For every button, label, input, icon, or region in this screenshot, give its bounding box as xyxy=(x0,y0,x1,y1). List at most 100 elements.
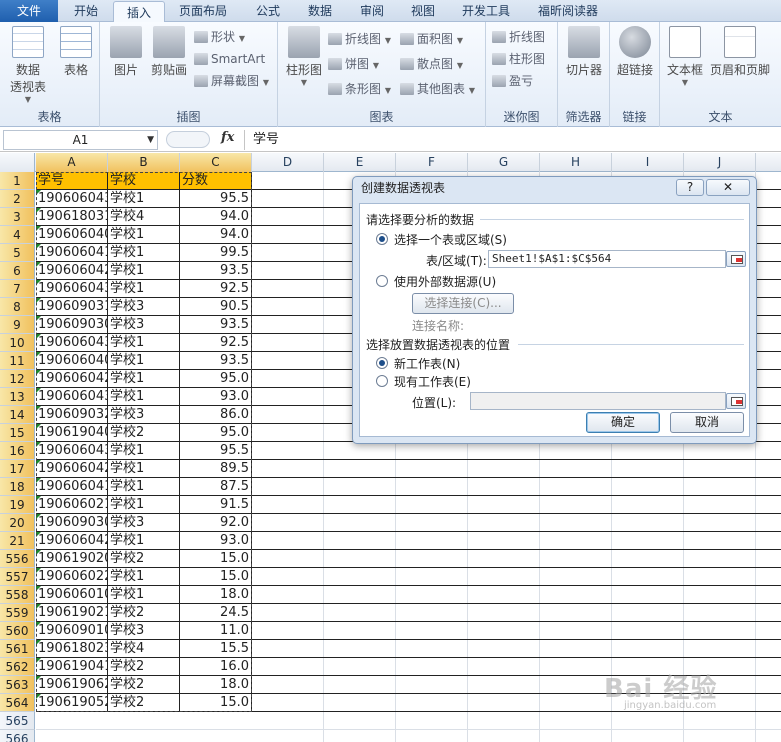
cell-a[interactable]: 190606043 xyxy=(36,334,108,351)
empty-cell[interactable] xyxy=(468,658,540,675)
empty-cell[interactable] xyxy=(324,514,396,531)
empty-cell[interactable] xyxy=(252,298,324,315)
cell-b[interactable]: 学校1 xyxy=(108,388,180,405)
row-header[interactable]: 19 xyxy=(0,496,35,514)
cell-b[interactable]: 学校3 xyxy=(108,316,180,333)
empty-cell[interactable] xyxy=(252,262,324,279)
cell-b[interactable]: 学校1 xyxy=(108,586,180,603)
empty-cell[interactable] xyxy=(684,712,756,729)
row-header[interactable]: 12 xyxy=(0,370,35,388)
cell-c[interactable]: 90.5 xyxy=(180,298,252,315)
insert-function-icon[interactable]: fx xyxy=(221,130,234,145)
cell-b[interactable]: 学校3 xyxy=(108,406,180,423)
cell-c[interactable]: 94.0 xyxy=(180,208,252,225)
tab-insert[interactable]: 插入 xyxy=(113,1,165,23)
cell-b[interactable]: 学校1 xyxy=(108,568,180,585)
empty-cell[interactable] xyxy=(252,712,324,729)
cell-a[interactable]: 190606043 xyxy=(36,388,108,405)
shapes-button[interactable]: 形状 ▼ xyxy=(194,28,245,46)
empty-cell[interactable] xyxy=(468,568,540,585)
cell-b[interactable]: 学校3 xyxy=(108,514,180,531)
cell-a[interactable]: 190619041 xyxy=(36,658,108,675)
cell-b[interactable]: 学校1 xyxy=(108,190,180,207)
cell-c[interactable]: 18.0 xyxy=(180,586,252,603)
tab-data[interactable]: 数据 xyxy=(296,0,344,22)
row-header[interactable]: 2 xyxy=(0,190,35,208)
column-header-a[interactable]: A xyxy=(36,153,108,172)
row-header[interactable]: 20 xyxy=(0,514,35,532)
empty-cell[interactable] xyxy=(684,460,756,477)
empty-cell[interactable] xyxy=(684,478,756,495)
clipart-button[interactable]: 剪贴画 xyxy=(148,26,190,78)
picture-button[interactable]: 图片 xyxy=(106,26,146,78)
empty-cell[interactable] xyxy=(324,640,396,657)
cell-b[interactable]: 学校1 xyxy=(108,478,180,495)
empty-cell[interactable] xyxy=(252,388,324,405)
cell-a[interactable]: 190609030 xyxy=(36,316,108,333)
cell-c[interactable]: 11.0 xyxy=(180,622,252,639)
empty-cell[interactable] xyxy=(324,658,396,675)
row-header[interactable]: 1 xyxy=(0,172,35,190)
empty-cell[interactable] xyxy=(612,604,684,621)
empty-cell[interactable] xyxy=(612,532,684,549)
location-input[interactable] xyxy=(470,392,726,410)
cell-a[interactable]: 190606043 xyxy=(36,190,108,207)
cell-a[interactable]: 190619052 xyxy=(36,694,108,711)
cell-b[interactable]: 学校2 xyxy=(108,604,180,621)
empty-cell[interactable] xyxy=(396,532,468,549)
cell-a[interactable]: 190606043 xyxy=(36,280,108,297)
cell-c[interactable]: 分数 xyxy=(180,172,252,189)
row-header[interactable]: 21 xyxy=(0,532,35,550)
cell-a[interactable]: 190606021 xyxy=(36,496,108,513)
cell-b[interactable]: 学校3 xyxy=(108,298,180,315)
smartart-button[interactable]: SmartArt xyxy=(194,50,265,68)
radio-select-range[interactable] xyxy=(376,233,388,245)
empty-cell[interactable] xyxy=(252,730,324,742)
empty-cell[interactable] xyxy=(540,712,612,729)
sparkline-winloss-button[interactable]: 盈亏 xyxy=(492,72,533,90)
empty-cell[interactable] xyxy=(468,622,540,639)
empty-cell[interactable] xyxy=(540,568,612,585)
empty-cell[interactable] xyxy=(540,604,612,621)
empty-cell[interactable] xyxy=(540,730,612,742)
tab-page-layout[interactable]: 页面布局 xyxy=(167,0,239,22)
row-header[interactable]: 16 xyxy=(0,442,35,460)
empty-cell[interactable] xyxy=(396,586,468,603)
cell-c[interactable]: 89.5 xyxy=(180,460,252,477)
empty-cell[interactable] xyxy=(612,496,684,513)
empty-cell[interactable] xyxy=(684,622,756,639)
row-header[interactable]: 6 xyxy=(0,262,35,280)
ok-button[interactable]: 确定 xyxy=(586,412,660,433)
empty-cell[interactable] xyxy=(252,226,324,243)
slicer-button[interactable]: 切片器 xyxy=(562,26,606,78)
empty-cell[interactable] xyxy=(540,442,612,459)
empty-cell[interactable] xyxy=(540,460,612,477)
cell-a[interactable]: 190618031 xyxy=(36,208,108,225)
empty-cell[interactable] xyxy=(324,676,396,693)
empty-cell[interactable] xyxy=(396,478,468,495)
empty-cell[interactable] xyxy=(468,514,540,531)
empty-cell[interactable] xyxy=(396,694,468,711)
empty-cell[interactable] xyxy=(252,568,324,585)
empty-cell[interactable] xyxy=(252,532,324,549)
row-header[interactable]: 560 xyxy=(0,622,35,640)
cell-c[interactable]: 87.5 xyxy=(180,478,252,495)
cell-b[interactable]: 学校1 xyxy=(108,442,180,459)
empty-cell[interactable] xyxy=(540,694,612,711)
row-header[interactable]: 564 xyxy=(0,694,35,712)
cell-c[interactable]: 24.5 xyxy=(180,604,252,621)
empty-cell[interactable] xyxy=(468,694,540,711)
empty-cell[interactable] xyxy=(252,280,324,297)
empty-cell[interactable] xyxy=(540,550,612,567)
empty-cell[interactable] xyxy=(252,352,324,369)
tab-formulas[interactable]: 公式 xyxy=(243,0,293,22)
cell-c[interactable]: 91.5 xyxy=(180,496,252,513)
column-header-d[interactable]: D xyxy=(252,153,324,172)
column-header-f[interactable]: F xyxy=(396,153,468,172)
collapse-dialog-range-icon[interactable] xyxy=(726,251,746,267)
cell-a[interactable]: 学号 xyxy=(36,172,108,189)
row-header[interactable]: 559 xyxy=(0,604,35,622)
empty-cell[interactable] xyxy=(468,604,540,621)
empty-cell[interactable] xyxy=(252,640,324,657)
empty-cell[interactable] xyxy=(252,190,324,207)
